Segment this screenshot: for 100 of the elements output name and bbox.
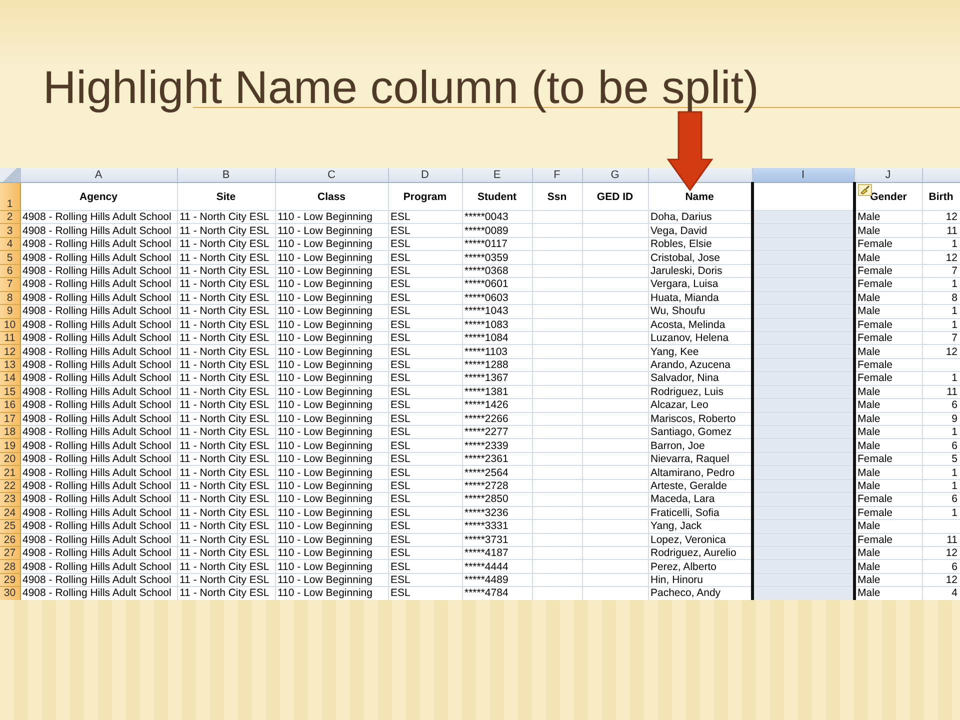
table-cell: Male <box>858 480 880 492</box>
column-header[interactable]: J <box>854 168 922 182</box>
column-header[interactable] <box>922 168 960 182</box>
row-number[interactable]: 27 <box>0 546 20 560</box>
table-cell: 110 - Low Beginning <box>278 346 372 358</box>
table-cell: Female <box>858 453 893 465</box>
table-cell: 11 - North City ESL <box>180 547 270 559</box>
table-cell: Male <box>858 386 880 398</box>
table-cell: 110 - Low Beginning <box>278 574 372 586</box>
column-header[interactable]: F <box>532 168 582 182</box>
table-cell: 4908 - Rolling Hills Adult School <box>22 534 172 546</box>
table-cell: *****3331 <box>464 520 508 532</box>
row-number[interactable]: 1 <box>0 182 20 210</box>
row-number[interactable]: 19 <box>0 438 20 452</box>
table-cell: ESL <box>390 332 410 344</box>
row-number[interactable]: 6 <box>0 264 20 278</box>
table-cell: 6 <box>952 493 958 506</box>
column-header[interactable]: E <box>462 168 532 182</box>
row-number[interactable]: 26 <box>0 533 20 546</box>
column-heading: Site <box>216 190 236 202</box>
row-number[interactable]: 5 <box>0 250 20 264</box>
row-number[interactable]: 11 <box>0 331 20 345</box>
column-heading: Class <box>317 190 346 202</box>
row-number[interactable]: 22 <box>0 479 20 493</box>
table-cell: *****4187 <box>464 547 508 559</box>
row-number[interactable]: 12 <box>0 344 20 358</box>
table-cell: Alcazar, Leo <box>650 399 708 412</box>
table-cell: *****2361 <box>464 453 508 465</box>
table-cell: 12 <box>946 252 958 264</box>
row-number[interactable]: 2 <box>0 210 20 224</box>
column-heading: Program <box>403 190 447 202</box>
table-cell: 11 - North City ESL <box>180 305 270 317</box>
table-cell: *****4784 <box>464 587 508 600</box>
row-number[interactable]: 23 <box>0 492 20 506</box>
table-cell: ESL <box>390 359 410 371</box>
paintbrush-icon[interactable] <box>858 184 872 196</box>
row-number[interactable]: 7 <box>0 278 20 292</box>
table-cell: 4908 - Rolling Hills Adult School <box>22 547 172 559</box>
row-number[interactable]: 30 <box>0 586 20 600</box>
row-number[interactable]: 4 <box>0 237 20 251</box>
column-heading: Gender <box>870 190 907 202</box>
table-cell: Male <box>858 346 880 358</box>
table-cell: Mariscos, Roberto <box>650 412 736 424</box>
table-cell: Pacheco, Andy <box>650 587 721 600</box>
column-header[interactable]: B <box>177 168 275 182</box>
table-cell: 110 - Low Beginning <box>278 506 372 519</box>
row-number[interactable]: 24 <box>0 506 20 520</box>
row-number[interactable]: 25 <box>0 520 20 533</box>
column-header[interactable]: A <box>20 168 177 182</box>
column-header[interactable]: C <box>275 168 388 182</box>
table-cell: Male <box>858 560 880 572</box>
table-cell: 110 - Low Beginning <box>278 224 372 236</box>
table-cell: 110 - Low Beginning <box>278 440 372 452</box>
table-cell: *****4444 <box>464 560 508 572</box>
row-number[interactable]: 20 <box>0 452 20 466</box>
table-cell: 9 <box>952 412 958 424</box>
row-number[interactable]: 18 <box>0 426 20 439</box>
table-cell: 110 - Low Beginning <box>278 211 372 223</box>
row-number[interactable]: 16 <box>0 398 20 412</box>
table-cell: 4908 - Rolling Hills Adult School <box>22 252 172 264</box>
row-number[interactable]: 3 <box>0 224 20 238</box>
table-cell: 110 - Low Beginning <box>278 278 372 290</box>
table-cell: Rodriguez, Aurelio <box>650 547 736 559</box>
column-header[interactable]: G <box>582 168 648 182</box>
row-number[interactable]: 13 <box>0 358 20 372</box>
table-cell: Male <box>858 547 880 559</box>
row-number[interactable]: 28 <box>0 560 20 574</box>
table-cell: Female <box>858 318 893 330</box>
row-number[interactable]: 14 <box>0 372 20 386</box>
row-number[interactable]: 15 <box>0 385 20 399</box>
select-all-button[interactable] <box>0 168 20 182</box>
table-cell: Female <box>858 372 893 384</box>
table-cell: Vega, David <box>650 224 708 236</box>
table-cell: 11 - North City ESL <box>180 346 270 358</box>
row-number[interactable]: 9 <box>0 304 20 318</box>
table-cell: 6 <box>952 399 958 412</box>
table-cell: Nievarra, Raquel <box>650 453 730 465</box>
table-cell: Male <box>858 252 880 264</box>
table-cell: 11 - North City ESL <box>180 534 270 546</box>
table-cell: *****2339 <box>464 440 508 452</box>
table-cell: Lopez, Veronica <box>650 534 726 546</box>
row-number[interactable]: 29 <box>0 573 20 587</box>
table-cell: ESL <box>390 493 410 506</box>
table-cell: 110 - Low Beginning <box>278 252 372 264</box>
table-cell: ESL <box>390 224 410 236</box>
column-header[interactable]: I <box>752 168 854 182</box>
row-number[interactable]: 21 <box>0 466 20 480</box>
table-cell: 4908 - Rolling Hills Adult School <box>22 359 172 371</box>
table-cell: *****2728 <box>464 480 508 492</box>
table-cell: 1 <box>952 372 958 384</box>
table-cell: 4908 - Rolling Hills Adult School <box>22 412 172 424</box>
table-cell: 4 <box>952 587 958 600</box>
row-number[interactable]: 10 <box>0 318 20 332</box>
table-cell: Barron, Joe <box>650 440 705 452</box>
table-cell: 110 - Low Beginning <box>278 292 372 304</box>
row-number[interactable]: 17 <box>0 412 20 426</box>
column-header[interactable]: D <box>388 168 462 182</box>
row-number[interactable]: 8 <box>0 291 20 305</box>
table-cell: Male <box>858 305 880 317</box>
table-cell: 5 <box>952 453 958 465</box>
